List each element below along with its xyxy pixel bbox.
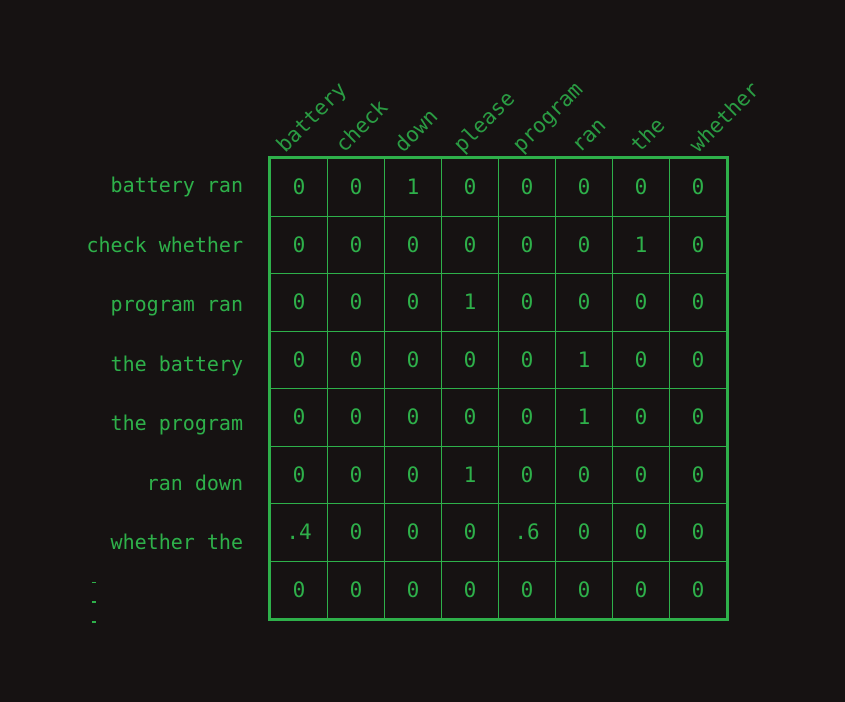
- row-label-battery-ran: battery ran: [110, 173, 243, 197]
- matrix-cell: 0: [669, 445, 728, 504]
- matrix-cell: 0: [669, 388, 728, 447]
- matrix-cell: 0: [555, 503, 613, 562]
- matrix-cell: 0: [498, 215, 556, 274]
- row-label-ran-down: ran down: [146, 470, 243, 495]
- matrix-row: .4 0 0 0.6 0 0 0: [269, 503, 728, 562]
- matrix-cell: 0: [669, 330, 728, 389]
- matrix-cell: 0: [498, 157, 556, 217]
- matrix-cell: 0: [669, 215, 728, 274]
- matrix-cell: 0: [384, 388, 442, 447]
- matrix-cell: 0: [555, 157, 613, 217]
- matrix-cell: 0: [612, 157, 670, 217]
- matrix-cell: 0: [384, 503, 442, 562]
- matrix-cell: 0: [327, 330, 385, 389]
- attention-matrix-grid: 0010000000000010000100000000010000000100…: [268, 156, 729, 621]
- matrix-cell: 0: [555, 445, 613, 504]
- row-label-the-program: the program: [110, 411, 243, 435]
- row-label-the-battery: the battery: [110, 351, 243, 376]
- matrix-cell: 0: [327, 157, 385, 217]
- matrix-row: 00000100: [269, 330, 728, 389]
- ellipsis-dot: [92, 621, 96, 623]
- matrix-cell: 0: [384, 560, 442, 620]
- matrix-row: 00100000: [269, 157, 728, 217]
- matrix-cell: 0: [612, 388, 670, 447]
- matrix-cell: 0: [441, 330, 499, 389]
- matrix-cell: 0: [498, 388, 556, 447]
- matrix-cell: 0: [269, 273, 328, 332]
- matrix-cell: 0: [441, 215, 499, 274]
- matrix-cell: 0: [384, 330, 442, 389]
- matrix-cell: 0: [269, 157, 328, 217]
- matrix-cell: 0: [612, 445, 670, 504]
- matrix-row: 00000010: [269, 215, 728, 274]
- matrix-cell: 0: [327, 215, 385, 274]
- matrix-cell: 0: [441, 560, 499, 620]
- row-label-column: battery ran check whether program ran the b…: [0, 156, 250, 632]
- matrix-cell: 0: [441, 157, 499, 217]
- matrix-cell: 0: [327, 560, 385, 620]
- matrix-cell: 0: [612, 503, 670, 562]
- matrix-cell: 1: [441, 273, 499, 332]
- matrix-cell: 0: [327, 273, 385, 332]
- column-header-the: the: [625, 112, 670, 157]
- column-header-please: please: [448, 86, 520, 157]
- matrix-cell: 1: [441, 445, 499, 504]
- matrix-cell: 0: [327, 503, 385, 562]
- column-header-down: down: [389, 103, 443, 157]
- matrix-cell: 0: [327, 445, 385, 504]
- row-label-vertical-ellipsis: [0, 573, 250, 633]
- matrix-cell: 0: [555, 215, 613, 274]
- column-header-row: battery check down please program ran the wheth…: [0, 0, 845, 157]
- matrix-row: 00010000: [269, 273, 728, 332]
- matrix-cell: 0: [384, 273, 442, 332]
- matrix-cell: 0: [669, 503, 728, 562]
- matrix-cell: 0: [327, 388, 385, 447]
- matrix-cell: 0: [269, 388, 328, 447]
- matrix-cell: 0: [669, 273, 728, 332]
- matrix-cell: 0: [555, 273, 613, 332]
- matrix-cell: 0: [269, 560, 328, 620]
- attention-matrix-figure: battery check down please program ran the wheth…: [0, 0, 845, 702]
- matrix-cell: 1: [555, 388, 613, 447]
- matrix-cell: 0: [498, 330, 556, 389]
- row-label-program-ran: program ran: [110, 292, 243, 316]
- matrix-cell: 0: [269, 215, 328, 274]
- matrix-row: 00010000: [269, 445, 728, 504]
- matrix-cell: 0: [498, 273, 556, 332]
- matrix-cell: 0: [612, 330, 670, 389]
- matrix-cell: 0: [612, 560, 670, 620]
- matrix-body: 0010000000000010000100000000010000000100…: [269, 157, 728, 620]
- matrix-cell: 1: [384, 157, 442, 217]
- column-header-whether: whether: [684, 77, 765, 157]
- column-header-ran: ran: [566, 112, 611, 157]
- matrix-cell: 0: [669, 560, 728, 620]
- matrix-cell: 0: [269, 330, 328, 389]
- matrix-cell: 0: [441, 388, 499, 447]
- matrix-cell: 0: [384, 445, 442, 504]
- ellipsis-dot: [92, 601, 96, 604]
- matrix-cell: 0: [498, 445, 556, 504]
- ellipsis-dot: [92, 581, 96, 584]
- matrix-cell: 0: [441, 503, 499, 562]
- matrix-row: 00000100: [269, 388, 728, 447]
- matrix-cell: 0: [269, 445, 328, 504]
- matrix-cell: 0: [555, 560, 613, 620]
- matrix-row: 00000000: [269, 560, 728, 620]
- matrix-cell: 0: [384, 215, 442, 274]
- matrix-cell: 0: [669, 157, 728, 217]
- matrix-cell: 1: [612, 215, 670, 274]
- row-label-whether-the: whether the: [110, 530, 243, 554]
- matrix-cell: 0: [612, 273, 670, 332]
- matrix-cell: 0: [498, 560, 556, 620]
- matrix-cell: 1: [555, 330, 613, 389]
- matrix-cell: .4: [269, 503, 328, 562]
- matrix-cell: .6: [498, 503, 556, 562]
- row-label-check-whether: check whether: [86, 232, 243, 257]
